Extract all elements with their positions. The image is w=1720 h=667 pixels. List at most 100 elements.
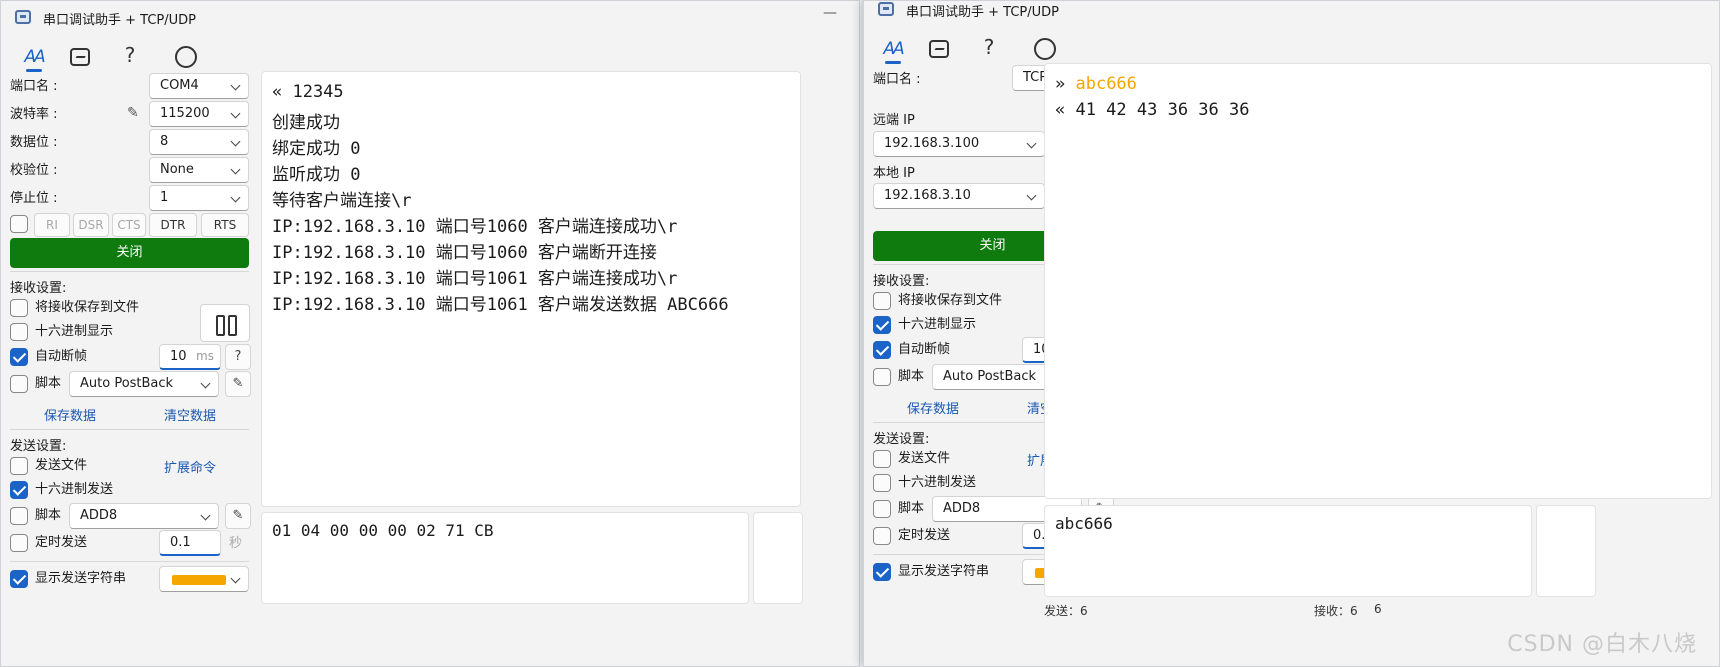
recv-script-label: 脚本 <box>35 376 62 391</box>
window-title: 串口调试助手 + TCP/UDP <box>906 5 1059 20</box>
chevron-down-icon <box>230 136 241 147</box>
status-recv: 接收：6 <box>1314 604 1358 618</box>
baud-label: 波特率 : <box>10 107 58 122</box>
timed-send-input[interactable]: 0.1 <box>159 530 221 556</box>
databits-select[interactable]: 8 <box>149 129 249 155</box>
save-to-file-checkbox[interactable] <box>873 292 891 310</box>
save-data-link[interactable]: 保存数据 <box>44 405 96 424</box>
stopbits-select[interactable]: 1 <box>149 185 249 211</box>
ri-button[interactable]: RI <box>34 213 70 237</box>
send-input-area[interactable]: abc666 <box>1044 505 1532 597</box>
seconds-unit: 秒 <box>229 536 243 551</box>
stopbits-label: 停止位 : <box>10 191 58 206</box>
send-button-area[interactable] <box>753 512 803 604</box>
baud-select[interactable]: 115200 <box>149 101 249 127</box>
send-file-label: 发送文件 <box>35 458 88 473</box>
status-sent: 发送：6 <box>1044 604 1088 618</box>
parity-select[interactable]: None <box>149 157 249 183</box>
recv-line: IP:192.168.3.10 端口号1061 客户端发送数据 ABC666 <box>272 295 729 315</box>
local-ip-select[interactable]: 192.168.3.10 <box>873 183 1045 209</box>
rts-button[interactable]: RTS <box>201 213 249 237</box>
waveform-icon[interactable] <box>65 41 95 69</box>
dsr-button[interactable]: DSR <box>73 213 109 237</box>
cts-button[interactable]: CTS <box>112 213 146 237</box>
font-icon[interactable]: AA <box>878 33 908 64</box>
show-send-string-checkbox[interactable] <box>10 570 28 588</box>
save-data-link[interactable]: 保存数据 <box>907 398 959 417</box>
hex-send-checkbox[interactable] <box>10 481 28 499</box>
smiley-icon[interactable] <box>1030 33 1060 61</box>
toolbar: AA ? <box>1 35 859 75</box>
send-settings-heading: 发送设置: <box>873 432 930 447</box>
signals-checkbox[interactable] <box>10 215 28 233</box>
send-file-label: 发送文件 <box>898 451 951 466</box>
receive-area[interactable]: » abc666 « 41 42 43 36 36 36 <box>1044 63 1712 499</box>
save-to-file-checkbox[interactable] <box>10 299 28 317</box>
send-settings-heading: 发送设置: <box>10 439 67 454</box>
app-icon <box>15 10 31 24</box>
hex-display-checkbox[interactable] <box>10 323 28 341</box>
send-script-checkbox[interactable] <box>873 500 891 518</box>
clear-data-link[interactable]: 清空数据 <box>164 405 216 424</box>
show-send-string-label: 显示发送字符串 <box>898 564 990 579</box>
recv-line: 绑定成功 0 <box>272 139 361 159</box>
auto-break-label: 自动断帧 <box>898 342 951 357</box>
help-icon[interactable]: ? <box>974 33 1004 61</box>
title-bar: 串口调试助手 + TCP/UDP <box>864 1 1719 27</box>
font-icon[interactable]: AA <box>19 41 49 72</box>
pause-button[interactable] <box>200 304 250 342</box>
recv-line: « 41 42 43 36 36 36 <box>1055 100 1250 120</box>
auto-break-checkbox[interactable] <box>873 341 891 359</box>
timed-send-checkbox[interactable] <box>10 534 28 552</box>
recv-line: IP:192.168.3.10 端口号1060 客户端连接成功\r <box>272 217 678 237</box>
edit-script-icon[interactable]: ✎ <box>225 371 251 397</box>
timed-send-label: 定时发送 <box>898 528 951 543</box>
send-file-checkbox[interactable] <box>873 450 891 468</box>
hex-display-label: 十六进制显示 <box>898 317 977 332</box>
waveform-icon[interactable] <box>924 33 954 61</box>
close-port-button[interactable]: 关闭 <box>10 238 249 268</box>
hex-send-label: 十六进制发送 <box>35 482 114 497</box>
send-input-area[interactable]: 01 04 00 00 00 02 71 CB <box>261 512 749 604</box>
timed-send-checkbox[interactable] <box>873 527 891 545</box>
minimize-button[interactable]: — <box>823 5 837 21</box>
port-label: 端口名 : <box>10 79 58 94</box>
send-button-area[interactable] <box>1536 505 1596 597</box>
port-label: 端口名 : <box>873 72 921 87</box>
hex-send-checkbox[interactable] <box>873 474 891 492</box>
remote-ip-select[interactable]: 192.168.3.100 <box>873 131 1045 157</box>
dtr-button[interactable]: DTR <box>149 213 197 237</box>
send-script-checkbox[interactable] <box>10 507 28 525</box>
parity-label: 校验位 : <box>10 163 58 178</box>
status-recv-count: 6 <box>1374 602 1382 616</box>
recv-script-checkbox[interactable] <box>873 368 891 386</box>
show-send-string-checkbox[interactable] <box>873 563 891 581</box>
sent-marker: » <box>1055 74 1076 94</box>
port-select[interactable]: COM4 <box>149 73 249 99</box>
send-color-picker[interactable] <box>159 566 249 592</box>
send-script-select[interactable]: ADD8 <box>69 503 219 529</box>
edit-pencil-icon[interactable]: ✎ <box>127 105 139 121</box>
recv-script-select[interactable]: Auto PostBack <box>69 371 219 397</box>
auto-break-checkbox[interactable] <box>10 348 28 366</box>
watermark: CSDN @白木八烧 <box>1507 632 1697 657</box>
help-icon[interactable]: ? <box>115 41 145 69</box>
smiley-icon[interactable] <box>171 41 201 69</box>
edit-send-script-icon[interactable]: ✎ <box>225 503 251 529</box>
hex-display-checkbox[interactable] <box>873 316 891 334</box>
receive-area[interactable]: « 12345 创建成功 绑定成功 0 监听成功 0 等待客户端连接\r IP:… <box>261 71 801 507</box>
auto-break-ms-input[interactable]: 10ms <box>159 344 221 370</box>
help-button[interactable]: ? <box>225 344 251 370</box>
local-ip-label: 本地 IP <box>873 166 915 181</box>
app-icon <box>878 2 894 16</box>
send-file-checkbox[interactable] <box>10 457 28 475</box>
chevron-down-icon <box>230 164 241 175</box>
recv-script-checkbox[interactable] <box>10 375 28 393</box>
remote-ip-label: 远端 IP <box>873 113 915 128</box>
recv-line: IP:192.168.3.10 端口号1061 客户端连接成功\r <box>272 269 678 289</box>
divider <box>10 271 249 272</box>
recv-line-sent: » abc666 <box>1055 74 1137 94</box>
chevron-down-icon <box>1026 138 1037 149</box>
ext-cmd-link[interactable]: 扩展命令 <box>164 457 216 476</box>
color-swatch <box>172 575 226 585</box>
